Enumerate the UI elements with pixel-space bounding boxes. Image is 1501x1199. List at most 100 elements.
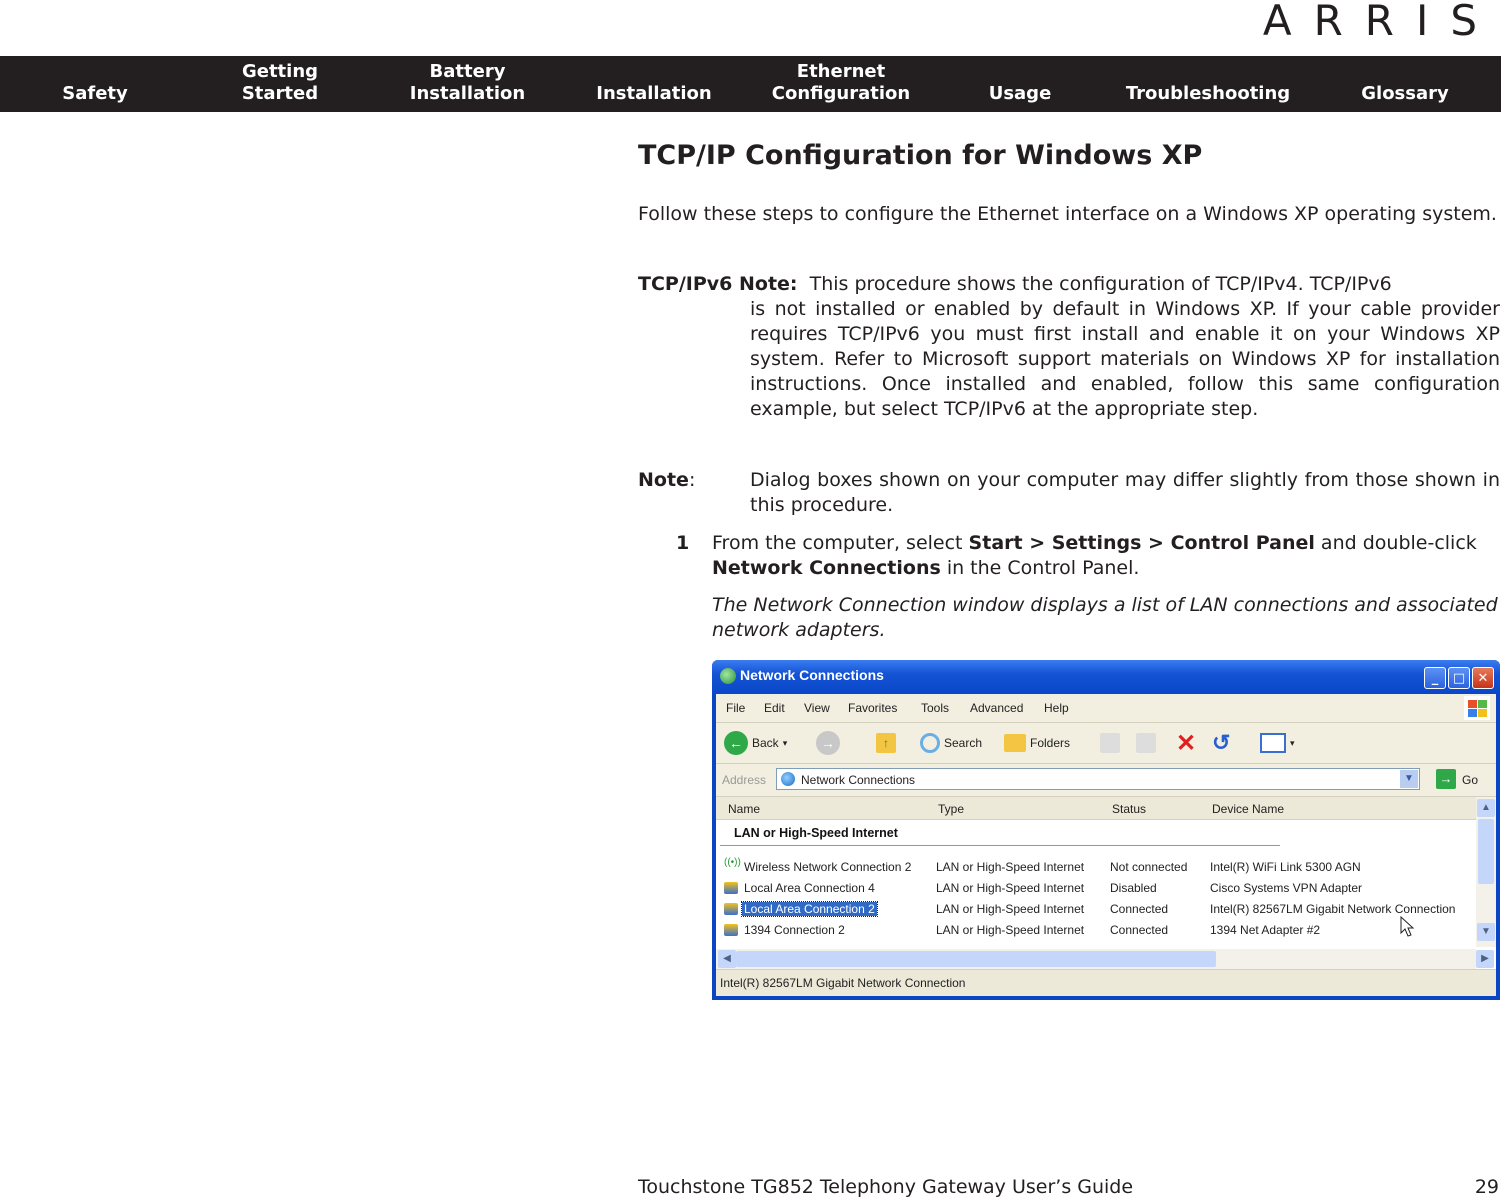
scroll-down-icon[interactable]: ▼: [1477, 923, 1495, 941]
nav-tab-usage[interactable]: Usage: [975, 56, 1065, 112]
column-header-type[interactable]: Type: [938, 802, 964, 816]
maximize-button[interactable]: □: [1448, 667, 1470, 689]
nav-tab-installation[interactable]: Installation: [580, 56, 728, 112]
nav-label-line2: Installation: [409, 83, 526, 104]
dialog-note: Note: Dialog boxes shown on your compute…: [638, 468, 1500, 516]
menu-tools[interactable]: Tools: [921, 701, 949, 715]
nav-label-line2: Configuration: [771, 83, 911, 104]
column-header-device-name[interactable]: Device Name: [1212, 802, 1284, 816]
back-button[interactable]: ← Back ▾: [724, 731, 787, 755]
search-button[interactable]: Search: [920, 731, 982, 755]
nav-label-line2: Usage: [988, 83, 1052, 104]
scrollbar-thumb[interactable]: [1478, 819, 1494, 884]
menu-favorites[interactable]: Favorites: [848, 701, 897, 715]
menu-view[interactable]: View: [804, 701, 830, 715]
nav-tab-troubleshooting[interactable]: Troubleshooting: [1110, 56, 1306, 112]
window-title: Network Connections: [740, 667, 884, 683]
menu-edit[interactable]: Edit: [764, 701, 785, 715]
device-name: Intel(R) WiFi Link 5300 AGN: [1210, 860, 1361, 874]
copy-to-button[interactable]: [1136, 731, 1156, 755]
folders-button[interactable]: Folders: [1004, 731, 1070, 755]
nav-tab-glossary[interactable]: Glossary: [1350, 56, 1460, 112]
address-label: Address: [722, 773, 767, 787]
folders-icon: [1004, 734, 1026, 752]
move-to-button[interactable]: [1100, 731, 1120, 755]
device-name: 1394 Net Adapter #2: [1210, 923, 1321, 937]
connection-status: Not connected: [1110, 860, 1188, 874]
connection-status: Connected: [1110, 902, 1169, 916]
step-text: in the Control Panel.: [940, 557, 1140, 579]
intro-paragraph: Follow these steps to configure the Ethe…: [638, 203, 1497, 225]
list-item[interactable]: Local Area Connection 4 LAN or High-Spee…: [716, 878, 1476, 898]
status-text: Intel(R) 82567LM Gigabit Network Connect…: [720, 976, 966, 990]
page-content: TCP/IP Configuration for Windows XP Foll…: [638, 140, 1500, 641]
up-folder-button[interactable]: ↑: [876, 731, 896, 755]
device-name: Cisco Systems VPN Adapter: [1210, 881, 1363, 895]
delete-x-icon: ✕: [1176, 729, 1197, 757]
network-connections-icon: [720, 668, 736, 684]
nav-label-line2: Started: [241, 83, 319, 104]
vertical-scrollbar[interactable]: ▲ ▼: [1476, 797, 1496, 947]
note-colon: :: [688, 469, 696, 491]
connection-type: LAN or High-Speed Internet: [936, 923, 1085, 937]
connection-type: LAN or High-Speed Internet: [936, 881, 1085, 895]
menu-help[interactable]: Help: [1044, 701, 1069, 715]
delete-button[interactable]: ✕: [1176, 729, 1197, 757]
ipv6-note-label: TCP/IPv6 Note:: [638, 273, 798, 295]
minimize-button[interactable]: _: [1424, 667, 1446, 689]
nav-tab-battery-installation[interactable]: Battery Installation: [395, 56, 540, 112]
connection-type: LAN or High-Speed Internet: [936, 902, 1085, 916]
nav-tab-getting-started[interactable]: Getting Started: [225, 56, 335, 112]
page-title: TCP/IP Configuration for Windows XP: [638, 140, 1203, 171]
scrollbar-thumb[interactable]: [736, 951, 1216, 967]
list-item-selected[interactable]: Local Area Connection 2 LAN or High-Spee…: [716, 899, 1476, 919]
nav-tab-ethernet-configuration[interactable]: Ethernet Configuration: [760, 56, 922, 112]
views-icon: [1260, 733, 1286, 753]
scroll-up-icon[interactable]: ▲: [1477, 799, 1495, 817]
copy-to-icon: [1136, 733, 1156, 753]
search-label: Search: [944, 736, 983, 750]
move-to-icon: [1100, 733, 1120, 753]
step-result: The Network Connection window displays a…: [712, 594, 1498, 641]
connection-status: Connected: [1110, 923, 1169, 937]
lan-icon: [724, 924, 738, 936]
step-text: and double-click: [1314, 532, 1477, 554]
note-body: Dialog boxes shown on your computer may …: [750, 469, 1500, 516]
menu-advanced[interactable]: Advanced: [970, 701, 1023, 715]
scroll-left-icon[interactable]: ◀: [718, 950, 736, 968]
chevron-down-icon: ▾: [782, 737, 788, 748]
connection-name: Wireless Network Connection 2: [744, 860, 912, 874]
views-button[interactable]: ▾: [1260, 731, 1295, 755]
horizontal-scrollbar[interactable]: ◀ ▶: [716, 949, 1494, 969]
connections-list: Name Type Status Device Name LAN or High…: [716, 797, 1496, 969]
toolbar: ← Back ▾ → ↑ Search Folders ✕ ↺ ▾: [716, 723, 1496, 764]
search-icon: [920, 733, 940, 753]
page-number: 29: [1474, 1176, 1499, 1198]
column-header-status[interactable]: Status: [1112, 802, 1146, 816]
chevron-down-icon[interactable]: ▼: [1400, 770, 1418, 788]
go-button[interactable]: Go: [1462, 773, 1478, 787]
arris-logo: ARRIS: [1262, 0, 1499, 45]
connection-status: Disabled: [1110, 881, 1157, 895]
menu-file[interactable]: File: [726, 701, 745, 715]
nav-tab-safety[interactable]: Safety: [40, 56, 150, 112]
undo-button[interactable]: ↺: [1212, 730, 1230, 755]
list-item[interactable]: ((•)) Wireless Network Connection 2 LAN …: [716, 857, 1476, 877]
forward-button[interactable]: →: [816, 731, 840, 755]
step-text: From the computer, select: [712, 532, 969, 554]
column-header-name[interactable]: Name: [728, 802, 760, 816]
close-button[interactable]: ✕: [1472, 667, 1494, 689]
window-body: File Edit View Favorites Tools Advanced …: [716, 694, 1496, 996]
connection-name: 1394 Connection 2: [744, 923, 845, 937]
go-arrow-icon[interactable]: →: [1436, 769, 1456, 789]
ipv6-note-body: is not installed or enabled by default i…: [750, 298, 1500, 420]
scroll-right-icon[interactable]: ▶: [1476, 950, 1494, 968]
address-input[interactable]: Network Connections ▼: [776, 768, 1420, 790]
list-item[interactable]: 1394 Connection 2 LAN or High-Speed Inte…: [716, 920, 1476, 940]
nav-label-line1: Battery: [429, 61, 506, 82]
connection-type: LAN or High-Speed Internet: [936, 860, 1085, 874]
connection-name: Local Area Connection 4: [744, 881, 875, 895]
connection-name: Local Area Connection 2: [741, 901, 878, 917]
device-name: Intel(R) 82567LM Gigabit Network Connect…: [1210, 902, 1456, 916]
window-titlebar[interactable]: Network Connections _ □ ✕: [712, 660, 1500, 694]
